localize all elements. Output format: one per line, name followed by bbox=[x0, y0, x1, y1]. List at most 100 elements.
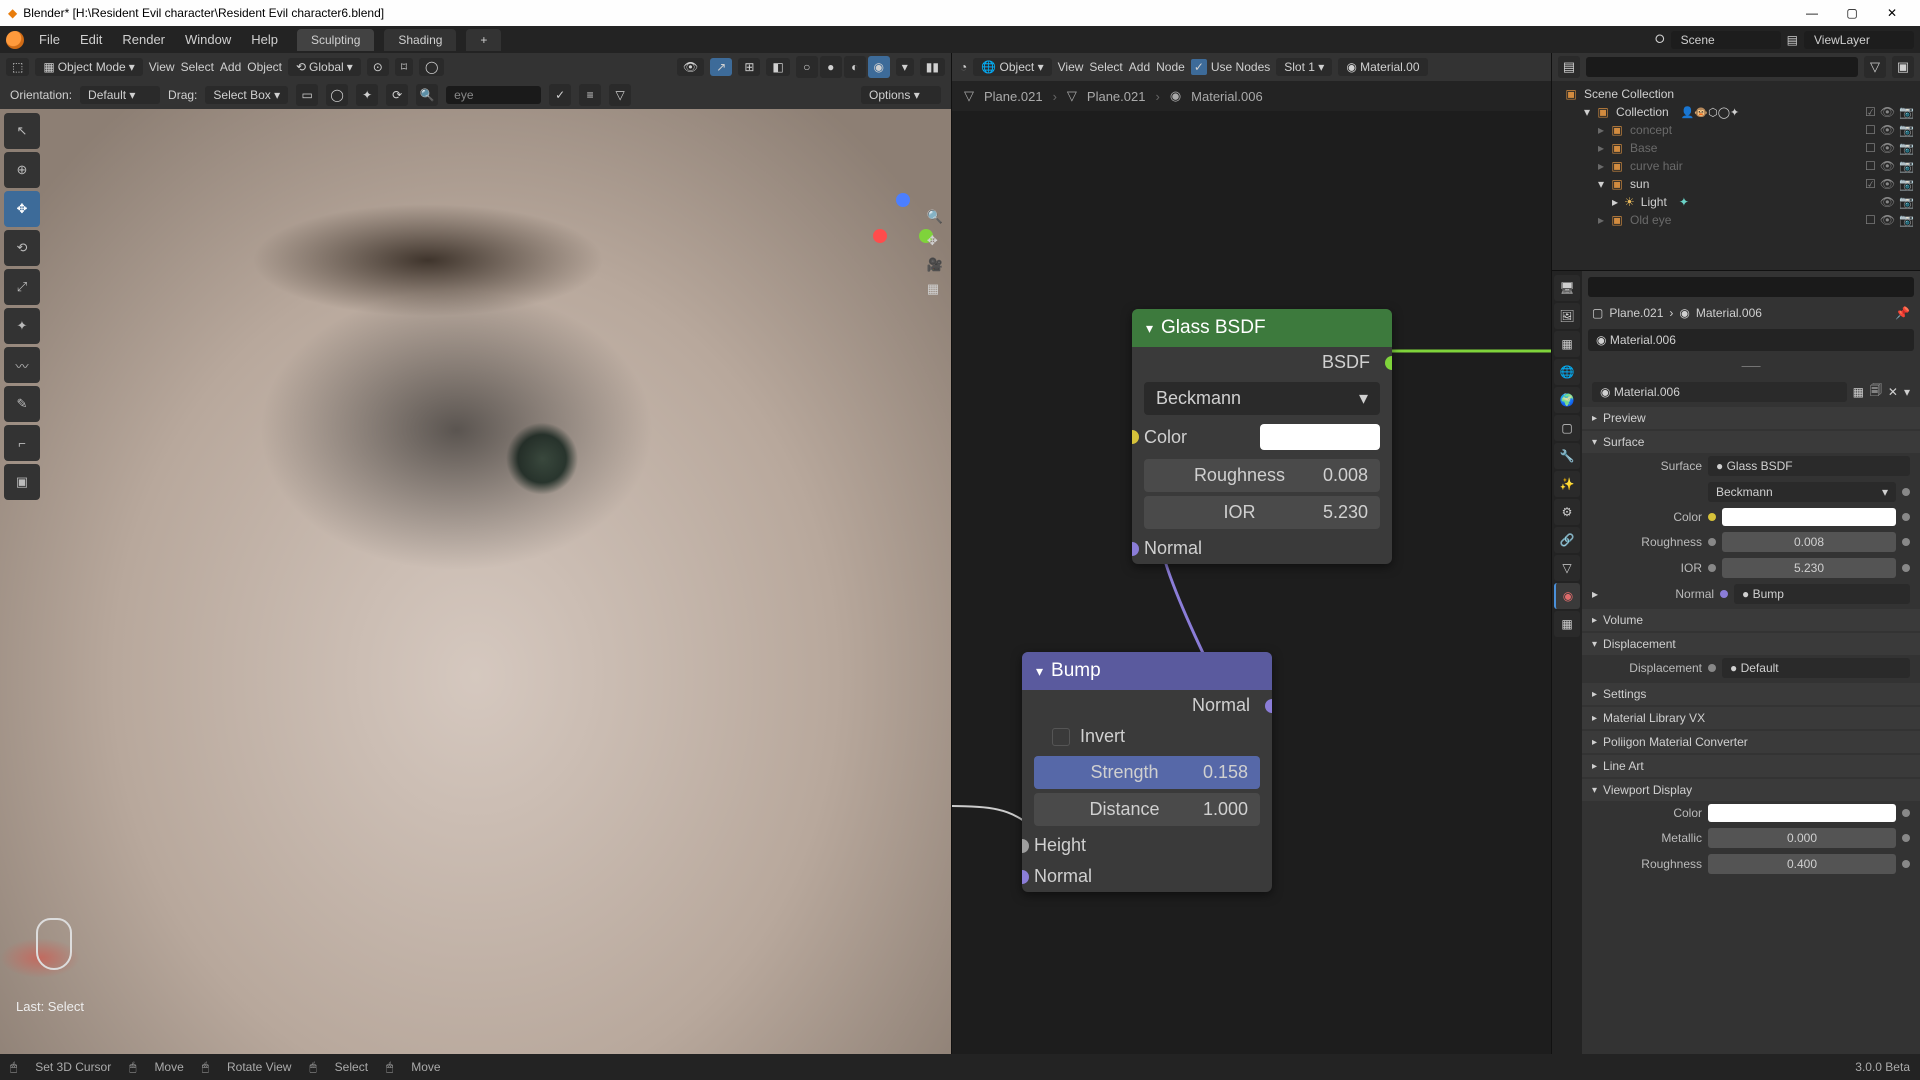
outliner-item[interactable]: ▸☀Light✦👁📷 bbox=[1552, 193, 1920, 211]
tab-data-icon[interactable]: ▽ bbox=[1554, 555, 1580, 581]
outliner-search-input[interactable] bbox=[1586, 57, 1858, 77]
tab-physics-icon[interactable]: ⚙ bbox=[1554, 499, 1580, 525]
use-nodes-checkbox[interactable]: ✓Use Nodes bbox=[1191, 59, 1270, 75]
outliner-display-icon[interactable]: ▤ bbox=[1558, 56, 1580, 78]
color-swatch[interactable] bbox=[1260, 424, 1380, 450]
tool-measure[interactable]: ✎ bbox=[4, 386, 40, 422]
viewport-color-swatch[interactable] bbox=[1708, 804, 1896, 822]
tool-move[interactable]: ✥ bbox=[4, 191, 40, 227]
panel-settings[interactable]: ▸Settings bbox=[1582, 683, 1920, 705]
window-close-button[interactable]: ✕ bbox=[1872, 6, 1912, 20]
tab-material-icon[interactable]: ◉ bbox=[1554, 583, 1580, 609]
panel-viewport[interactable]: ▾Viewport Display bbox=[1582, 779, 1920, 801]
tool-search-input[interactable]: eye bbox=[446, 86, 541, 104]
new-material-icon[interactable]: 🗐 bbox=[1870, 381, 1882, 402]
viewport-menu-select[interactable]: Select bbox=[181, 60, 214, 74]
socket-ior[interactable]: IOR5.230 bbox=[1144, 496, 1380, 529]
unlink-icon[interactable]: ✕ bbox=[1888, 385, 1898, 399]
socket-normal-in[interactable]: Normal bbox=[1022, 861, 1272, 892]
shading-wireframe-icon[interactable]: ○ bbox=[796, 56, 818, 78]
viewlayer-field[interactable]: ViewLayer bbox=[1804, 31, 1914, 49]
workspace-tab-shading[interactable]: Shading bbox=[384, 29, 456, 51]
tool-cursor[interactable]: ↖ bbox=[4, 113, 40, 149]
select-mode-3-icon[interactable]: ✦ bbox=[356, 84, 378, 106]
tool-rotate[interactable]: ⟲ bbox=[4, 230, 40, 266]
chevron-down-icon[interactable]: ▾ bbox=[1904, 385, 1910, 399]
viewport-menu-view[interactable]: View bbox=[149, 60, 175, 74]
surface-shader-dropdown[interactable]: ● Glass BSDF bbox=[1708, 456, 1910, 476]
node-menu-select[interactable]: Select bbox=[1089, 60, 1122, 74]
outliner-filter-icon[interactable]: ▽ bbox=[1864, 56, 1886, 78]
node-glass-header[interactable]: ▾Glass BSDF bbox=[1132, 309, 1392, 347]
scene-field[interactable]: Scene bbox=[1671, 31, 1781, 49]
gizmo-x-axis-icon[interactable] bbox=[873, 229, 887, 243]
viewport-menu-add[interactable]: Add bbox=[220, 60, 241, 74]
socket-normal[interactable]: Normal bbox=[1132, 533, 1392, 564]
tab-output-icon[interactable]: 🖼 bbox=[1554, 303, 1580, 329]
eye-icon[interactable]: 👁 bbox=[1880, 105, 1895, 119]
material-slot-list[interactable]: ◉ Material.006 bbox=[1588, 329, 1914, 351]
workspace-tab-sculpting[interactable]: Sculpting bbox=[297, 29, 374, 51]
outliner-item[interactable]: ▾▣sun☑👁📷 bbox=[1552, 175, 1920, 193]
panel-lineart[interactable]: ▸Line Art bbox=[1582, 755, 1920, 777]
tab-particles-icon[interactable]: ✨ bbox=[1554, 471, 1580, 497]
socket-roughness[interactable]: Roughness0.008 bbox=[1144, 459, 1380, 492]
shading-matprev-icon[interactable]: ◐ bbox=[844, 56, 866, 78]
ior-field[interactable]: 5.230 bbox=[1722, 558, 1896, 578]
tab-texture-icon[interactable]: ▦ bbox=[1554, 611, 1580, 637]
filter-options-icon[interactable]: ≡ bbox=[579, 84, 601, 106]
drag-value-dropdown[interactable]: Select Box ▾ bbox=[205, 86, 288, 104]
tool-select[interactable]: ⊕ bbox=[4, 152, 40, 188]
slot-drag-handle[interactable]: ⸺ bbox=[1582, 357, 1920, 374]
workspace-tab-add[interactable]: + bbox=[466, 29, 501, 51]
outliner-new-collection-icon[interactable]: ▣ bbox=[1892, 56, 1914, 78]
filter-confirm-icon[interactable]: ✓ bbox=[549, 84, 571, 106]
panel-preview[interactable]: ▸Preview bbox=[1582, 407, 1920, 429]
navigation-gizmo[interactable] bbox=[873, 193, 933, 253]
tool-transform[interactable]: ✦ bbox=[4, 308, 40, 344]
orientation-dropdown[interactable]: ⟲Global ▾ bbox=[288, 58, 361, 76]
tab-modifier-icon[interactable]: 🔧 bbox=[1554, 443, 1580, 469]
orientation-value-dropdown[interactable]: Default ▾ bbox=[80, 86, 160, 104]
tool-add[interactable]: ⌐ bbox=[4, 425, 40, 461]
viewport-roughness-field[interactable]: 0.400 bbox=[1708, 854, 1896, 874]
outliner-item[interactable]: ▸▣Old eye☐👁📷 bbox=[1552, 211, 1920, 229]
tab-scene-icon[interactable]: 🌐 bbox=[1554, 359, 1580, 385]
displacement-dropdown[interactable]: ● Default bbox=[1722, 658, 1910, 678]
render-icon[interactable]: 📷 bbox=[1899, 105, 1914, 119]
socket-normal-out[interactable]: Normal bbox=[1022, 690, 1272, 721]
select-mode-2-icon[interactable]: ◯ bbox=[326, 84, 348, 106]
tab-render-icon[interactable]: 🖥 bbox=[1554, 275, 1580, 301]
shading-solid-icon[interactable]: ● bbox=[820, 56, 842, 78]
tab-world-icon[interactable]: 🌍 bbox=[1554, 387, 1580, 413]
socket-color[interactable]: Color bbox=[1132, 419, 1392, 455]
distribution-dropdown[interactable]: Beckmann ▾ bbox=[1708, 482, 1896, 502]
menu-edit[interactable]: Edit bbox=[71, 29, 111, 50]
breadcrumb-material[interactable]: Material.006 bbox=[1191, 89, 1263, 104]
proportional-icon[interactable]: ◯ bbox=[419, 58, 444, 76]
outliner-root[interactable]: ▣Scene Collection bbox=[1552, 85, 1920, 103]
menu-help[interactable]: Help bbox=[242, 29, 287, 50]
node-menu-view[interactable]: View bbox=[1058, 60, 1084, 74]
tab-object-icon[interactable]: ▢ bbox=[1554, 415, 1580, 441]
normal-link-field[interactable]: ● Bump bbox=[1734, 584, 1910, 604]
select-mode-4-icon[interactable]: ⟳ bbox=[386, 84, 408, 106]
properties-search-input[interactable] bbox=[1588, 277, 1914, 297]
visibility-icon[interactable]: 👁 bbox=[677, 58, 704, 76]
panel-matlib[interactable]: ▸Material Library VX bbox=[1582, 707, 1920, 729]
overlay-toggle-icon[interactable]: ⊞ bbox=[738, 58, 760, 76]
window-minimize-button[interactable]: — bbox=[1792, 6, 1832, 20]
gizmo-toggle-icon[interactable]: ↗ bbox=[710, 58, 732, 76]
invert-toggle[interactable]: Invert bbox=[1022, 721, 1272, 752]
node-bump[interactable]: ▾Bump Normal Invert Strength0.158 Distan… bbox=[1022, 652, 1272, 892]
node-bump-header[interactable]: ▾Bump bbox=[1022, 652, 1272, 690]
render-region-icon[interactable]: ▮▮ bbox=[920, 58, 945, 76]
breadcrumb-data[interactable]: Plane.021 bbox=[1087, 89, 1146, 104]
breadcrumb-object[interactable]: Plane.021 bbox=[984, 89, 1043, 104]
node-menu-add[interactable]: Add bbox=[1129, 60, 1150, 74]
menu-render[interactable]: Render bbox=[113, 29, 174, 50]
last-operator-label[interactable]: Last: Select bbox=[16, 999, 84, 1014]
editor-type-icon[interactable]: ⬚ bbox=[6, 58, 29, 76]
socket-distance[interactable]: Distance1.000 bbox=[1034, 793, 1260, 826]
outliner-item[interactable]: ▾▣Collection👤🐵⬡◯✦☑👁📷 bbox=[1552, 103, 1920, 121]
